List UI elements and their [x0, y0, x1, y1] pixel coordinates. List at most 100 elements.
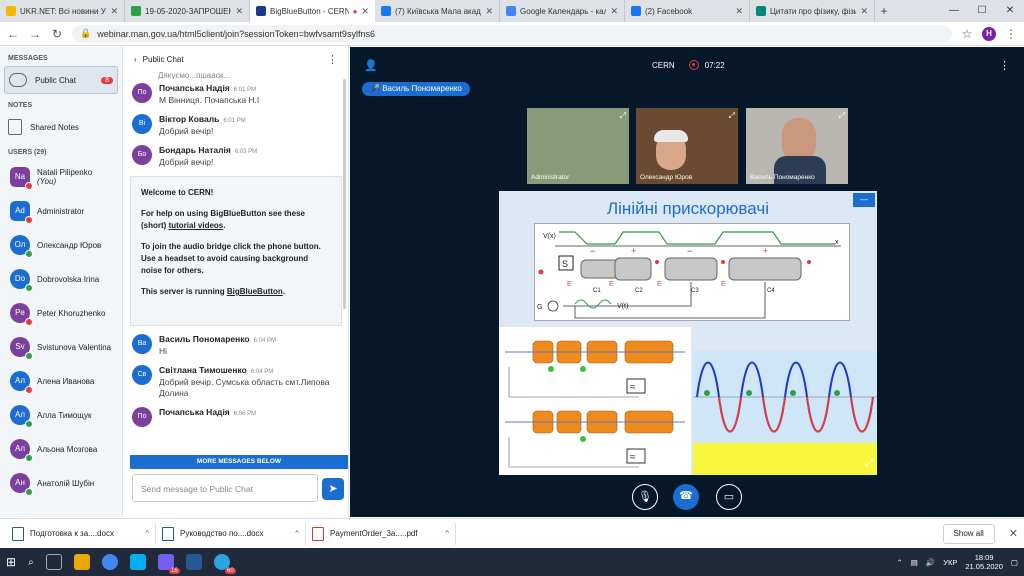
notifications-icon[interactable]: ▢ — [1011, 558, 1018, 567]
network-icon[interactable]: ▤ — [911, 558, 918, 567]
back-icon[interactable]: ← — [6, 27, 20, 41]
browser-tab[interactable]: Google Календарь - календарь ✕ — [500, 0, 625, 22]
fullscreen-icon[interactable]: ⤢ — [839, 111, 845, 121]
user-list-item[interactable]: Ол Олександр Юров — [0, 228, 122, 262]
user-list-item[interactable]: Ad Administrator — [0, 194, 122, 228]
search-icon[interactable]: ⌕ — [28, 557, 34, 568]
close-tab-icon[interactable]: ✕ — [110, 6, 118, 17]
show-all-button[interactable]: Show all — [942, 523, 995, 544]
fullscreen-slide-icon[interactable]: ⤢ — [865, 458, 873, 469]
file-icon — [162, 526, 174, 541]
close-tab-icon[interactable]: ✕ — [860, 6, 868, 17]
message-time: 6:03 PM — [234, 149, 258, 155]
volume-icon[interactable]: 🔊 — [926, 558, 935, 567]
user-list-item[interactable]: Pe Peter Khoruzhenko — [0, 296, 122, 330]
chat-options-icon[interactable]: ⋮ — [327, 53, 338, 66]
user-list-item[interactable]: Sv Svistunova Valentina — [0, 330, 122, 364]
close-tab-icon[interactable]: ✕ — [485, 6, 493, 17]
user-list-item[interactable]: Ал Алена Иванова — [0, 364, 122, 398]
browser-tab[interactable]: (7) Київська Мала академія ✕ — [375, 0, 500, 22]
user-list-item[interactable]: Do Dobrovolska Irina — [0, 262, 122, 296]
sine-wave-diagram: ⤢ — [693, 351, 877, 475]
close-tab-icon[interactable]: ✕ — [235, 6, 243, 17]
user-icon[interactable]: 👤 — [364, 59, 378, 72]
fullscreen-icon[interactable]: ⤢ — [729, 111, 735, 121]
webcam-button[interactable]: ▭ — [716, 484, 742, 510]
minimize-icon[interactable]: — — [940, 0, 968, 22]
browser-tab[interactable]: 19-05-2020-ЗАПРОШЕННЯ ✕ — [125, 0, 250, 22]
shared-notes-nav-item[interactable]: Shared Notes — [4, 113, 118, 141]
send-button[interactable]: ➤ — [322, 478, 344, 500]
profile-avatar[interactable]: H — [982, 26, 996, 41]
viber-icon[interactable]: 16 — [157, 554, 180, 574]
browser-tab[interactable]: BigBlueButton - CERN ● ✕ — [250, 0, 375, 22]
file-explorer-icon[interactable] — [73, 554, 90, 570]
message-author: Почапська Надія 6:01 PM — [159, 83, 257, 93]
chevron-up-icon[interactable]: ^ — [295, 529, 299, 538]
user-list-item[interactable]: Na Natali Pilipenko (You) — [0, 160, 122, 194]
chat-message-input[interactable]: Send message to Public Chat — [132, 474, 318, 502]
close-tab-icon[interactable]: ✕ — [735, 6, 743, 17]
close-tab-icon[interactable]: ✕ — [361, 6, 369, 17]
telegram-icon[interactable]: 60 — [213, 554, 236, 574]
new-tab-button[interactable]: + — [875, 0, 893, 22]
url-field[interactable]: 🔒 webinar.man.gov.ua/html5client/join?se… — [72, 24, 952, 43]
skype-icon[interactable] — [129, 554, 146, 570]
chevron-up-icon[interactable]: ^ — [145, 529, 149, 538]
more-messages-below-button[interactable]: MORE MESSAGES BELOW — [130, 455, 348, 469]
maximize-icon[interactable]: ☐ — [968, 0, 996, 22]
tube-circuit-svg: ≈ ≈ — [505, 340, 685, 468]
download-item[interactable]: Подготовка к за....docx ^ — [6, 522, 156, 545]
tutorial-link[interactable]: tutorial videos — [169, 221, 224, 230]
welcome-title: Welcome to CERN! — [141, 188, 214, 197]
clock[interactable]: 18:09 21.05.2020 — [965, 553, 1003, 571]
close-window-icon[interactable]: ✕ — [996, 0, 1024, 22]
close-tab-icon[interactable]: ✕ — [610, 6, 618, 17]
task-view-icon[interactable] — [45, 554, 62, 570]
public-chat-nav-item[interactable]: Public Chat 8 — [4, 66, 118, 94]
user-avatar: Ad — [10, 201, 33, 224]
recording-icon[interactable] — [688, 60, 699, 70]
user-list-item[interactable]: Ан Анатолій Шубін — [0, 466, 122, 500]
phone-button[interactable]: ☎ — [673, 484, 699, 510]
user-list-item[interactable]: Ал Алла Тимощук — [0, 398, 122, 432]
user-name: Natali Pilipenko (You) — [37, 168, 93, 186]
telegram-badge: 60 — [224, 568, 236, 574]
browser-tab[interactable]: (2) Facebook ✕ — [625, 0, 750, 22]
webcam-tile-oleksandr[interactable]: ⤢ Олександр Юров — [636, 108, 738, 184]
tray-arrow-icon[interactable]: ⌃ — [896, 558, 902, 567]
chat-scrollbar[interactable] — [343, 79, 346, 309]
bbb-link[interactable]: BigBlueButton — [227, 287, 283, 296]
chevron-up-icon[interactable]: ^ — [445, 529, 449, 538]
forward-icon[interactable]: → — [28, 27, 42, 41]
download-item[interactable]: Руководство по....docx ^ — [156, 522, 306, 545]
menu-dots-icon[interactable]: ⋮ — [1004, 27, 1018, 41]
message-time: 6:06 PM — [233, 411, 257, 417]
accelerator-svg: V(x) x S − + − + C1 C2 C3 C4 E E E E G V… — [537, 231, 841, 319]
notes-heading: NOTES — [8, 102, 33, 109]
reload-icon[interactable]: ↻ — [50, 27, 64, 41]
word-icon[interactable] — [185, 554, 202, 570]
message-avatar: Ві — [132, 114, 152, 134]
webcam-tile-vasyl[interactable]: ⤢ Василь Пономаренко — [746, 108, 848, 184]
download-item[interactable]: PaymentOrder_3a.....pdf ^ — [306, 522, 456, 545]
mute-button[interactable]: 🎙 — [632, 484, 658, 510]
fullscreen-icon[interactable]: ⤢ — [620, 111, 626, 121]
tube-label-c4: C4 — [767, 288, 775, 294]
webcam-tile-administrator[interactable]: ⤢ Administrator — [527, 108, 629, 184]
options-icon[interactable]: ⋮ — [999, 59, 1010, 72]
hide-chat-icon[interactable]: ‹ — [134, 55, 137, 64]
chrome-icon[interactable] — [101, 554, 118, 570]
tab-title: UKR.NET: Всі новини України — [20, 6, 106, 16]
user-name: Administrator — [37, 206, 85, 216]
star-icon[interactable]: ☆ — [960, 27, 974, 41]
status-dot — [25, 182, 33, 190]
window-controls: — ☐ ✕ — [940, 0, 1024, 22]
browser-tab[interactable]: UKR.NET: Всі новини України ✕ — [0, 0, 125, 22]
send-icon: ➤ — [328, 483, 338, 495]
browser-tab[interactable]: Цитати про фізику, фізиків ✕ — [750, 0, 875, 22]
user-list-item[interactable]: Ал Альона Мозгова — [0, 432, 122, 466]
windows-start-icon[interactable]: ⊞ — [6, 555, 16, 569]
input-language[interactable]: УКР — [943, 558, 957, 567]
close-downloads-icon[interactable]: ✕ — [1009, 527, 1018, 540]
